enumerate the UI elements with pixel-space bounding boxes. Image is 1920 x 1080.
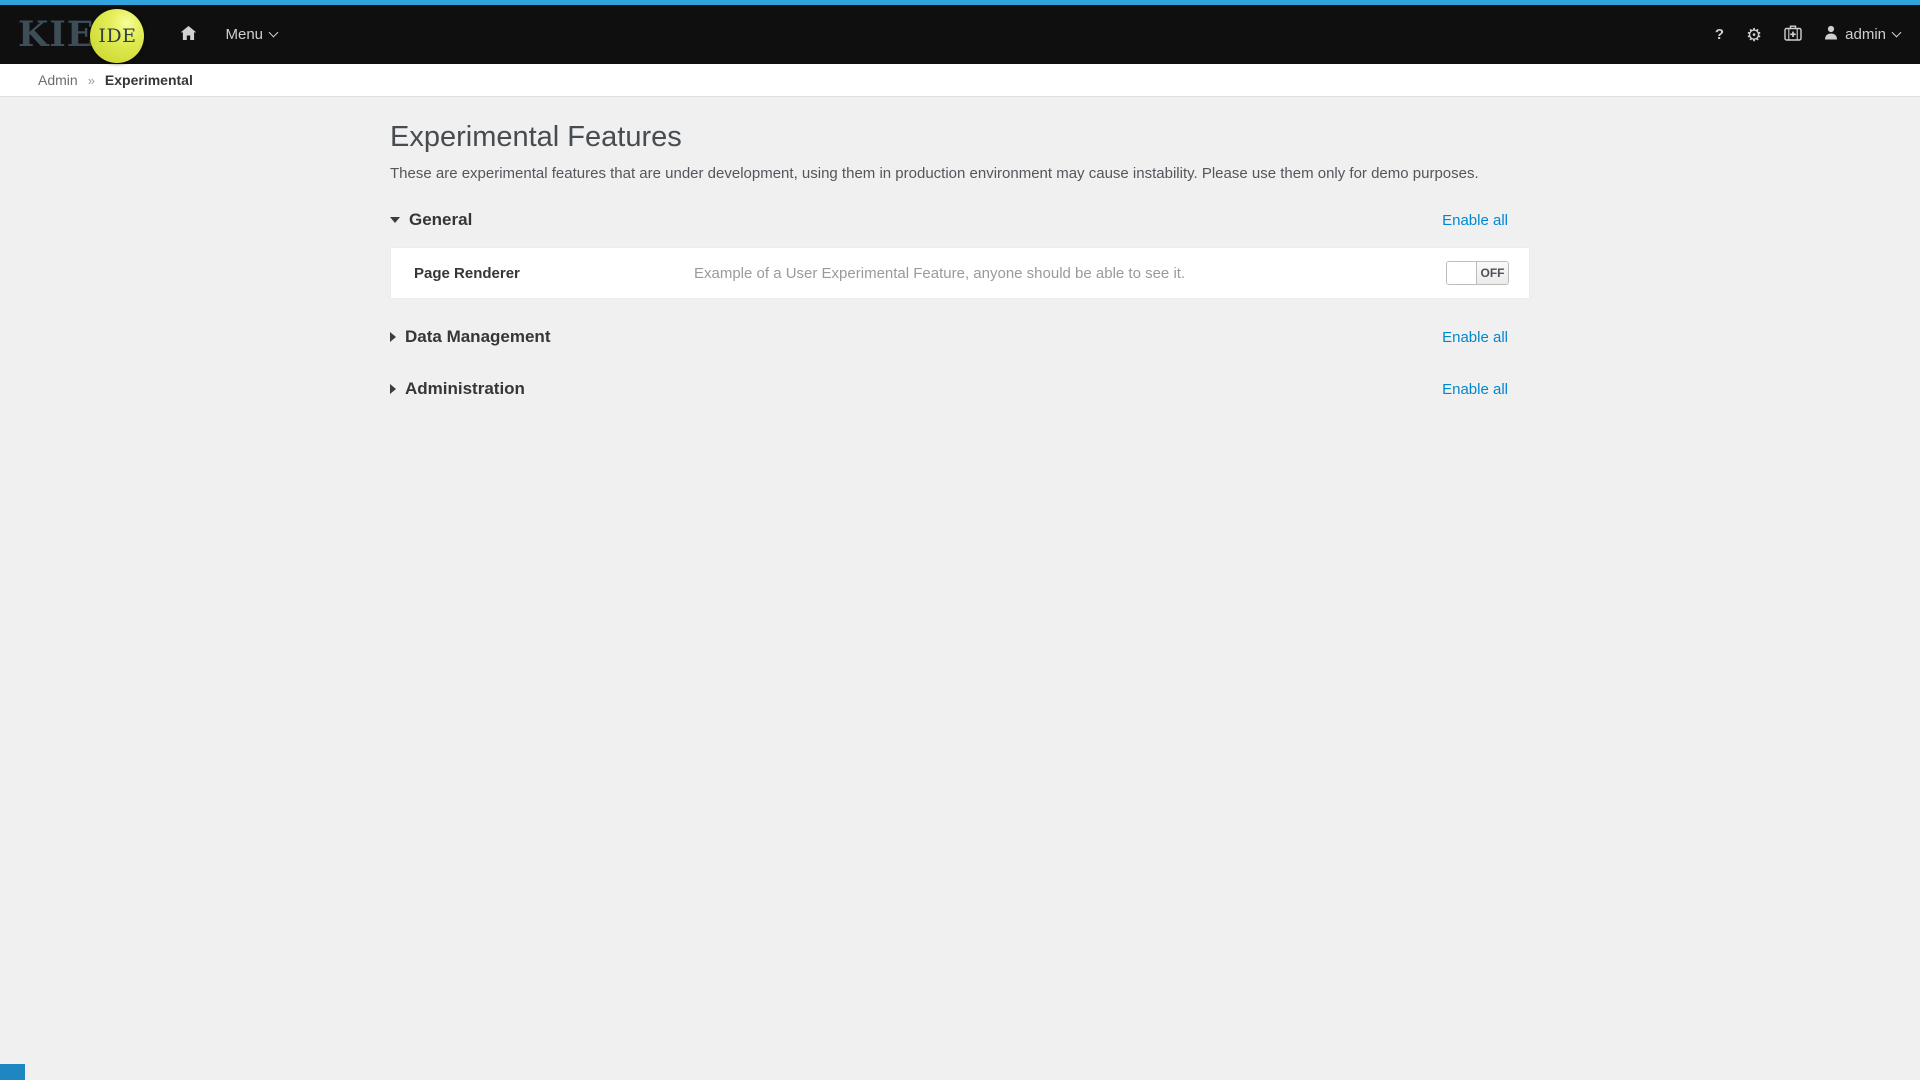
breadcrumb: Admin » Experimental: [0, 64, 1920, 97]
switch-handle[interactable]: [1447, 262, 1477, 284]
logo-kie-text: KIE: [18, 14, 94, 55]
home-button[interactable]: [166, 5, 211, 64]
enable-all-link[interactable]: Enable all: [1442, 329, 1508, 346]
logo-ide-badge: IDE: [90, 9, 144, 63]
feature-card: Page RendererExample of a User Experimen…: [390, 247, 1530, 299]
bottom-panel-handle[interactable]: [0, 1064, 25, 1080]
user-menu[interactable]: admin: [1813, 5, 1904, 64]
gear-icon: ⚙: [1746, 26, 1762, 44]
navbar-left: KIE IDE Menu: [18, 5, 291, 64]
section-header-administration: Administration Enable all: [390, 375, 1530, 403]
section-header-data-management: Data Management Enable all: [390, 323, 1530, 351]
page-title: Experimental Features: [390, 121, 1530, 154]
caret-down-icon: [390, 217, 400, 223]
breadcrumb-current: Experimental: [105, 72, 193, 88]
user-icon: [1824, 25, 1845, 44]
caret-right-icon: [390, 332, 396, 342]
feature-toggle-switch[interactable]: OFF: [1446, 261, 1509, 285]
help-icon: ?: [1715, 26, 1724, 43]
menu-label: Menu: [225, 26, 263, 43]
section-general: General Enable all Page RendererExample of…: [390, 206, 1530, 299]
section-expand-toggle[interactable]: Administration: [390, 379, 525, 399]
chevron-down-icon: [1892, 28, 1902, 38]
section-expand-toggle[interactable]: General: [390, 210, 472, 230]
feature-name: Page Renderer: [414, 265, 694, 282]
breadcrumb-admin[interactable]: Admin: [38, 72, 78, 88]
navbar-right: ? ⚙ ad: [1704, 5, 1904, 64]
help-button[interactable]: ?: [1704, 5, 1735, 64]
switch-state-label: OFF: [1477, 262, 1508, 284]
logo-ide-text: IDE: [98, 25, 136, 47]
user-label: admin: [1845, 26, 1886, 43]
medkit-icon: [1784, 24, 1802, 45]
settings-button[interactable]: ⚙: [1735, 5, 1773, 64]
enable-all-link[interactable]: Enable all: [1442, 212, 1508, 229]
chevron-down-icon: [269, 28, 279, 38]
section-title: Data Management: [405, 327, 550, 347]
section-title: General: [409, 210, 472, 230]
app-logo[interactable]: KIE IDE: [18, 8, 144, 62]
breadcrumb-separator: »: [88, 73, 95, 88]
section-administration: Administration Enable all: [390, 375, 1530, 403]
section-header-general: General Enable all: [390, 206, 1530, 234]
section-title: Administration: [405, 379, 525, 399]
sections: General Enable all Page RendererExample of…: [390, 206, 1530, 403]
feature-row: Page RendererExample of a User Experimen…: [391, 248, 1529, 298]
feature-description: Example of a User Experimental Feature, …: [694, 265, 1446, 282]
section-expand-toggle[interactable]: Data Management: [390, 327, 550, 347]
page-description: These are experimental features that are…: [390, 165, 1530, 182]
menu-dropdown[interactable]: Menu: [211, 5, 291, 64]
caret-right-icon: [390, 384, 396, 394]
home-icon: [180, 25, 197, 45]
navbar: KIE IDE Menu ? ⚙: [0, 5, 1920, 64]
section-data-management: Data Management Enable all: [390, 323, 1530, 351]
enable-all-link[interactable]: Enable all: [1442, 381, 1508, 398]
reset-perspectives-button[interactable]: [1773, 5, 1813, 64]
main-content: Experimental Features These are experime…: [390, 121, 1530, 403]
